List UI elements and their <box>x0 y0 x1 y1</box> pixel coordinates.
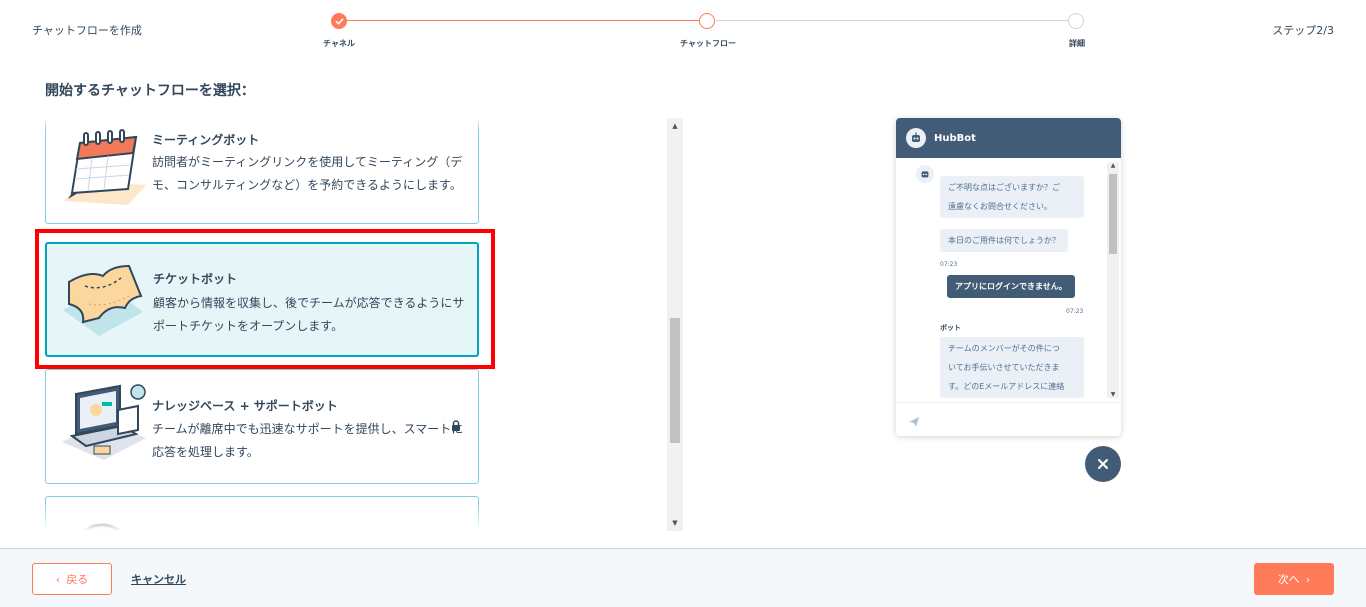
step-details-dot <box>1068 13 1084 29</box>
send-icon[interactable] <box>908 413 920 427</box>
stepper-line-pending <box>716 20 1070 21</box>
bot-name: HubBot <box>934 132 976 144</box>
card-title: ナレッジベース + サポートボット <box>152 399 338 413</box>
message-line: ご不明な点はございますか？ご <box>948 183 1060 192</box>
step-label-channel: チャネル <box>323 39 355 48</box>
message-line: 本日のご用件は何でしょうか？ <box>948 236 1060 245</box>
message-line: す。どのEメールアドレスに連絡 <box>948 382 1065 391</box>
user-message: アプリにログインできません。 <box>947 275 1075 298</box>
message-line: 遠慮なくお問合せください。 <box>948 202 1052 211</box>
chat-scrollbar[interactable]: ▲ ▼ <box>1107 162 1119 398</box>
bot-message: ご不明な点はございますか？ご 遠慮なくお問合せください。 <box>940 176 1084 218</box>
page-title: チャットフローを作成 <box>32 24 142 37</box>
chat-preview: HubBot ご不明な点はございますか？ご 遠慮なくお問合せください。 本日のご… <box>896 118 1121 436</box>
back-button[interactable]: ‹ 戻る <box>32 563 112 595</box>
chevron-left-icon: ‹ <box>55 572 61 586</box>
message-timestamp: 07:23 <box>1066 308 1084 315</box>
back-button-label: 戻る <box>66 573 89 586</box>
step-chatflow-dot <box>699 13 715 29</box>
bot-message: 本日のご用件は何でしょうか？ <box>940 229 1068 252</box>
chat-preview-header: HubBot <box>896 118 1121 158</box>
card-description: 訪問者がミーティングリンクを使用してミーティング（デモ、コンサルティングなど）を… <box>152 155 463 192</box>
computer-icon <box>58 380 148 470</box>
selection-highlight-box <box>35 229 495 369</box>
card-description: チームが離席中でも迅速なサポートを提供し、スマートに応答を処理します。 <box>152 422 464 459</box>
message-line: チームのメンバーがその件につ <box>948 344 1060 353</box>
wizard-header: チャットフローを作成 チャネル チャットフロー 詳細 ステップ2/3 <box>0 0 1366 60</box>
card-next-bot[interactable] <box>45 496 479 531</box>
message-line: いてお手伝いさせていただきま <box>948 363 1060 372</box>
scroll-down-icon[interactable]: ▼ <box>667 517 683 529</box>
next-button[interactable]: 次へ › <box>1254 563 1334 595</box>
step-counter: ステップ2/3 <box>1272 24 1334 37</box>
step-label-chatflow: チャットフロー <box>680 39 736 48</box>
list-scroll-thumb[interactable] <box>670 318 680 443</box>
bot-avatar-icon <box>916 165 934 183</box>
step-label-details: 詳細 <box>1069 39 1085 48</box>
lock-icon <box>450 417 462 431</box>
bot-avatar-icon <box>906 128 926 148</box>
scroll-down-icon[interactable]: ▼ <box>1107 391 1119 398</box>
card-meeting-bot[interactable]: ミーティングボット 訪問者がミーティングリンクを使用してミーティング（デモ、コン… <box>45 118 479 224</box>
stepper-line-complete <box>347 20 700 21</box>
message-timestamp: 07:23 <box>940 261 958 268</box>
scroll-up-icon[interactable]: ▲ <box>667 120 683 132</box>
card-knowledge-base-support-bot[interactable]: ナレッジベース + サポートボット チームが離席中でも迅速なサポートを提供し、ス… <box>45 369 479 484</box>
section-title: 開始するチャットフローを選択： <box>45 83 255 99</box>
close-chat-button[interactable] <box>1085 446 1121 482</box>
bot-sender-label: ボット <box>940 324 961 332</box>
chat-messages[interactable]: ご不明な点はございますか？ご 遠慮なくお問合せください。 本日のご用件は何でしょ… <box>896 158 1121 402</box>
card-title: ミーティングボット <box>152 133 260 147</box>
list-scrollbar[interactable]: ▲ ▼ <box>667 118 683 531</box>
cancel-link[interactable]: キャンセル <box>131 571 186 587</box>
chat-scroll-thumb[interactable] <box>1109 174 1117 254</box>
next-button-label: 次へ <box>1277 573 1300 586</box>
chevron-right-icon: › <box>1305 572 1311 586</box>
clock-icon <box>58 513 148 531</box>
calendar-icon <box>58 123 148 213</box>
close-icon <box>1098 459 1108 469</box>
step-channel-check-icon <box>331 13 347 29</box>
chat-input-bar[interactable] <box>896 402 1121 436</box>
scroll-up-icon[interactable]: ▲ <box>1107 162 1119 169</box>
wizard-footer: ‹ 戻る キャンセル 次へ › <box>0 548 1366 607</box>
bot-message: チームのメンバーがその件につ いてお手伝いさせていただきま す。どのEメールアド… <box>940 337 1084 398</box>
